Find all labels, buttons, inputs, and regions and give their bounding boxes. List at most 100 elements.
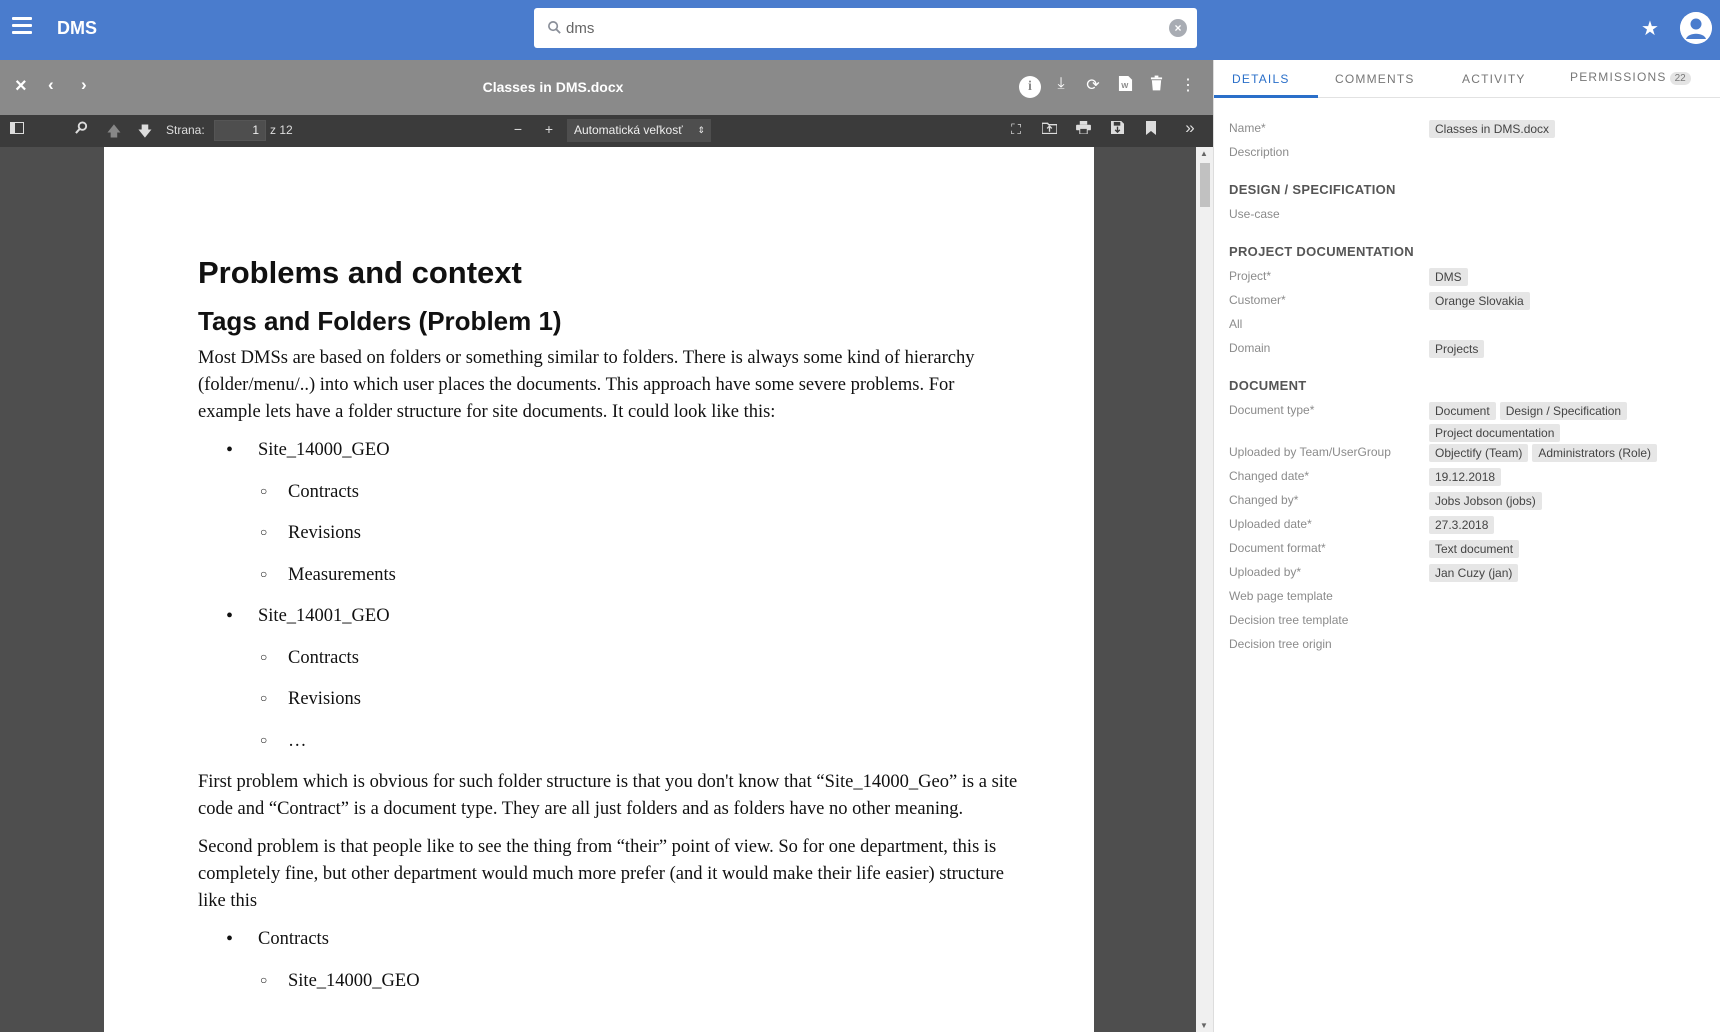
value-chip[interactable]: DMS xyxy=(1429,268,1468,286)
list-item: Contracts xyxy=(198,644,1018,687)
list-item: … xyxy=(198,727,1018,770)
value-chip[interactable]: 27.3.2018 xyxy=(1429,516,1495,534)
menu-icon[interactable] xyxy=(12,17,32,37)
save-icon[interactable] xyxy=(1107,121,1127,141)
field-label: Uploaded by Team/UserGroup xyxy=(1229,445,1391,459)
previous-page-icon[interactable]: 🡅 xyxy=(104,121,124,141)
value-chip[interactable]: Projects xyxy=(1429,340,1485,358)
details-panel: DETAILS COMMENTS ACTIVITY PERMISSIONS 22 … xyxy=(1213,60,1720,1032)
viewer-scrollbar[interactable]: ▲ ▼ xyxy=(1196,147,1213,1032)
field-label: Document type* xyxy=(1229,403,1315,417)
field-label: Decision tree template xyxy=(1229,613,1349,627)
viewer-body: Problems and context Tags and Folders (P… xyxy=(0,147,1213,1032)
field-label: All xyxy=(1229,317,1243,331)
field-row: Decision tree template xyxy=(1229,612,1709,634)
top-bar: DMS × ★ xyxy=(0,0,1720,60)
field-row: Web page template xyxy=(1229,588,1709,610)
value-chip[interactable]: Design / Specification xyxy=(1499,402,1628,420)
value-chip[interactable]: Document xyxy=(1429,402,1496,420)
list-item: Site_14000_GEO xyxy=(198,437,1018,479)
field-row: Uploaded date* 27.3.2018 xyxy=(1229,516,1709,538)
next-page-icon[interactable]: 🡇 xyxy=(135,121,155,141)
field-label: Project* xyxy=(1229,269,1272,283)
tools-icon[interactable]: » xyxy=(1180,118,1200,138)
page-number-input[interactable]: 1 xyxy=(214,120,266,141)
zoom-out-icon[interactable]: − xyxy=(508,121,528,141)
field-values: Document Design / Specification Project do… xyxy=(1429,402,1709,442)
list-item: Site_14000_GEO xyxy=(198,967,1018,1010)
zoom-in-icon[interactable]: + xyxy=(539,121,559,141)
scroll-down-icon[interactable]: ▼ xyxy=(1200,1021,1208,1030)
print-icon[interactable] xyxy=(1073,121,1093,141)
panel-tabs: DETAILS COMMENTS ACTIVITY PERMISSIONS 22 xyxy=(1214,60,1720,98)
value-chip[interactable]: Jan Cuzy (jan) xyxy=(1429,564,1519,582)
value-chip[interactable]: 19.12.2018 xyxy=(1429,468,1502,486)
value-chip[interactable]: Jobs Jobson (jobs) xyxy=(1429,492,1542,510)
field-row: Name* Classes in DMS.docx xyxy=(1229,120,1709,142)
field-label: Domain xyxy=(1229,341,1271,355)
find-icon[interactable] xyxy=(71,121,91,141)
field-values: DMS xyxy=(1429,268,1709,286)
star-icon[interactable]: ★ xyxy=(1641,16,1659,41)
tab-comments[interactable]: COMMENTS xyxy=(1335,72,1415,86)
field-row: Uploaded by Team/UserGroup Objectify (Tea… xyxy=(1229,444,1709,466)
document-title: Classes in DMS.docx xyxy=(482,79,624,95)
section-design-specification: DESIGN / SPECIFICATION xyxy=(1229,182,1396,197)
doc-paragraph: Second problem is that people like to se… xyxy=(198,837,1004,911)
field-values: Objectify (Team) Administrators (Role) xyxy=(1429,444,1709,462)
value-chip[interactable]: Project documentation xyxy=(1429,424,1561,442)
svg-text:W: W xyxy=(1121,81,1129,90)
field-row: Decision tree origin xyxy=(1229,636,1709,658)
account-icon[interactable] xyxy=(1680,12,1712,44)
field-values: Projects xyxy=(1429,340,1709,358)
value-chip[interactable]: Objectify (Team) xyxy=(1429,444,1529,462)
bookmark-icon[interactable] xyxy=(1141,121,1161,141)
scroll-up-icon[interactable]: ▲ xyxy=(1200,149,1208,158)
open-file-icon[interactable] xyxy=(1039,121,1059,141)
field-values xyxy=(1429,316,1709,334)
sidebar-toggle-icon[interactable] xyxy=(7,121,27,141)
info-icon[interactable]: i xyxy=(1019,76,1041,98)
field-values xyxy=(1429,588,1709,606)
field-values: Classes in DMS.docx xyxy=(1429,120,1709,138)
value-chip[interactable]: Orange Slovakia xyxy=(1429,292,1530,310)
field-label: Name* xyxy=(1229,121,1266,135)
download-icon[interactable]: ⤓ xyxy=(1049,75,1073,99)
field-label: Use-case xyxy=(1229,207,1280,221)
presentation-icon[interactable]: ⛶ xyxy=(1006,121,1026,141)
tab-details[interactable]: DETAILS xyxy=(1232,72,1290,86)
field-label: Customer* xyxy=(1229,293,1286,307)
scrollbar-thumb[interactable] xyxy=(1200,163,1210,207)
select-arrows-icon: ⇕ xyxy=(697,125,705,135)
field-label: Changed date* xyxy=(1229,469,1310,483)
value-chip[interactable]: Text document xyxy=(1429,540,1520,558)
list-item: Revisions xyxy=(198,519,1018,562)
value-chip[interactable]: Administrators (Role) xyxy=(1532,444,1658,462)
field-row: Changed by* Jobs Jobson (jobs) xyxy=(1229,492,1709,514)
refresh-icon[interactable]: ⟳ xyxy=(1081,75,1105,99)
details-fields: Name* Classes in DMS.docx Description DESIG… xyxy=(1229,120,1709,660)
more-icon[interactable]: ⋮ xyxy=(1176,75,1200,99)
tab-permissions[interactable]: PERMISSIONS 22 xyxy=(1570,70,1691,85)
doc-list-1: Site_14000_GEO Contracts Revisions Measu… xyxy=(198,437,1018,769)
section-document: DOCUMENT xyxy=(1229,378,1307,393)
field-label: Decision tree origin xyxy=(1229,637,1332,651)
field-values: Jobs Jobson (jobs) xyxy=(1429,492,1709,510)
clear-icon[interactable]: × xyxy=(1169,19,1187,37)
tab-activity[interactable]: ACTIVITY xyxy=(1462,72,1526,86)
field-values: 19.12.2018 xyxy=(1429,468,1709,486)
app-root: DMS × ★ × ‹ › Classes in DMS.docx i ⤓ ⟳ … xyxy=(0,0,1720,1032)
field-row: Domain Projects xyxy=(1229,340,1709,362)
zoom-select[interactable]: Automatická veľkosť ⇕ xyxy=(567,119,711,142)
search-input[interactable] xyxy=(566,14,1146,42)
delete-icon[interactable] xyxy=(1144,75,1168,99)
search-icon xyxy=(548,21,561,34)
app-brand[interactable]: DMS xyxy=(57,18,97,39)
word-icon[interactable]: W xyxy=(1113,75,1137,99)
field-values xyxy=(1429,206,1709,224)
value-chip[interactable]: Classes in DMS.docx xyxy=(1429,120,1556,138)
list-item: Contracts xyxy=(198,478,1018,521)
field-label: Uploaded date* xyxy=(1229,517,1312,531)
field-label: Description xyxy=(1229,145,1290,159)
field-row: Document format* Text document xyxy=(1229,540,1709,562)
